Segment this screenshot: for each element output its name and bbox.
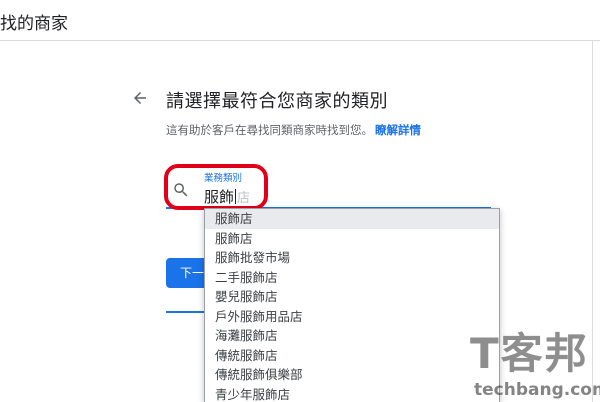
progress-indicator (166, 311, 204, 313)
suggestion-option[interactable]: 青少年服飾店 (205, 385, 499, 402)
category-input-value: 服飾 (204, 188, 235, 206)
suggestion-option[interactable]: 二手服飾店 (205, 268, 499, 288)
text-caret (235, 189, 237, 204)
suggestion-option[interactable]: 嬰兒服飾店 (205, 287, 499, 307)
suggestion-option[interactable]: 服飾店 (205, 209, 499, 229)
watermark-domain: techbang.com (474, 380, 600, 400)
search-icon (174, 183, 188, 197)
suggestion-option[interactable]: 傳統服飾俱樂部 (205, 365, 499, 385)
top-bar: 找的商家 (0, 0, 600, 41)
learn-more-link[interactable]: 瞭解詳情 (375, 123, 421, 137)
description-text: 這有助於客戶在尋找同類商家時找到您。 (166, 123, 373, 137)
suggestion-option[interactable]: 傳統服飾店 (205, 346, 499, 366)
autocomplete-hint: 店 (237, 191, 251, 206)
suggestion-option[interactable]: 戶外服飾用品店 (205, 307, 499, 327)
suggestion-option[interactable]: 海灘服飾店 (205, 326, 499, 346)
category-search-input[interactable]: 服飾店 (204, 186, 250, 207)
step-description: 這有助於客戶在尋找同類商家時找到您。 瞭解詳情 (166, 122, 421, 138)
suggestion-option[interactable]: 服飾批發市場 (205, 248, 499, 268)
panel-divider (592, 40, 593, 402)
arrow-left-icon[interactable] (131, 89, 149, 107)
category-field-label: 業務類別 (204, 173, 243, 184)
suggestion-dropdown: 服飾店 服飾店 服飾批發市場 二手服飾店 嬰兒服飾店 戶外服飾用品店 海灘服飾店 傳統服飾店傳… (204, 208, 500, 402)
page-title: 找的商家 (0, 14, 68, 34)
suggestion-option[interactable]: 服飾店 (205, 229, 499, 249)
step-heading: 請選擇最符合您商家的類別 (166, 91, 388, 112)
watermark-logo: T客邦 (470, 329, 589, 378)
